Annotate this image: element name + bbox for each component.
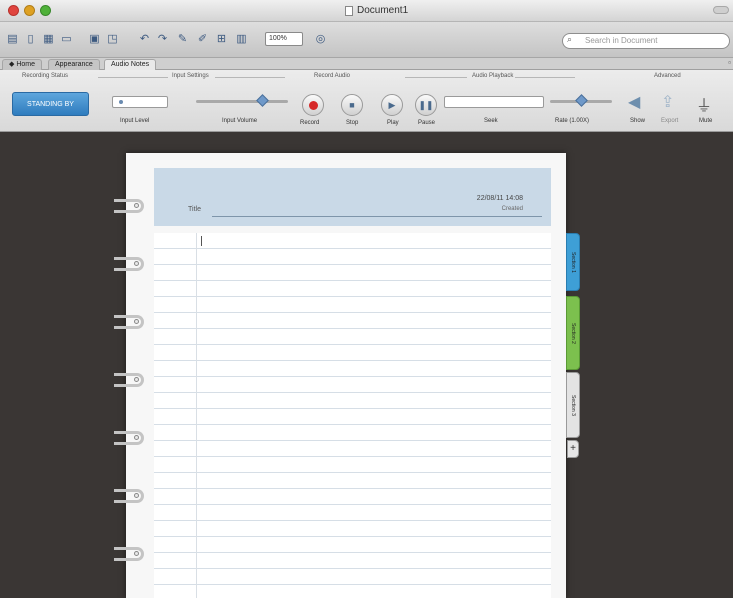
tab-home[interactable]: ◆ Home — [2, 59, 43, 70]
level-indicator — [119, 100, 123, 104]
note-date: 22/08/11 14:08 — [476, 195, 523, 202]
stop-label: Stop — [346, 120, 359, 126]
note-created-label: Created — [501, 206, 523, 212]
ring-pin — [134, 493, 139, 498]
help-icon[interactable]: ◎ — [312, 30, 329, 47]
format-painter-icon[interactable]: ✎ — [174, 30, 191, 47]
play-icon: ▶ — [388, 99, 396, 110]
rate-thumb[interactable] — [575, 94, 588, 107]
export-label: Export — [661, 118, 679, 124]
margin-line — [196, 233, 197, 598]
window-titlebar: Document1 — [0, 0, 733, 22]
new-document-icon[interactable]: ▯ — [22, 30, 39, 47]
table-icon[interactable]: ⊞ — [213, 30, 230, 47]
sidebar-icon[interactable]: ▤ — [4, 30, 21, 47]
spiral-ring — [114, 199, 144, 213]
undo-icon[interactable]: ↶ — [136, 30, 153, 47]
input-level-meter — [112, 96, 168, 108]
group-title-audio-playback: Audio Playback — [472, 73, 514, 79]
spiral-ring — [114, 315, 144, 329]
add-section-button[interactable]: + — [567, 440, 579, 458]
spiral-ring — [114, 373, 144, 387]
ring-pin — [134, 377, 139, 382]
speaker-show-icon[interactable]: ◀ — [628, 92, 640, 112]
open-icon[interactable]: ▭ — [58, 30, 75, 47]
mute-label: Mute — [699, 118, 713, 124]
tab-audio-notes[interactable]: Audio Notes — [104, 59, 157, 70]
pause-label: Pause — [418, 120, 436, 126]
record-button[interactable] — [302, 94, 324, 116]
pause-button[interactable]: ❚❚ — [415, 94, 437, 116]
tab-appearance[interactable]: Appearance — [48, 59, 100, 70]
search-icon: ⌕ — [567, 34, 573, 44]
zoom-select[interactable]: 100% — [265, 32, 303, 46]
input-volume-slider[interactable] — [196, 100, 288, 103]
record-label: Record — [300, 120, 320, 126]
window-title: Document1 — [345, 5, 408, 16]
note-header: Title 22/08/11 14:08 Created — [154, 168, 551, 226]
notebook-page: Title 22/08/11 14:08 Created — [126, 153, 566, 598]
paste-icon[interactable]: ◳ — [104, 30, 121, 47]
save-icon[interactable]: ▦ — [40, 30, 57, 47]
document-icon — [345, 5, 353, 16]
group-divider — [405, 77, 467, 78]
minimize-window-button[interactable] — [24, 5, 35, 16]
tab-section-2[interactable]: Section 2 — [566, 296, 580, 370]
spiral-ring — [114, 257, 144, 271]
rate-label: Rate (1.00X) — [555, 118, 590, 124]
play-label: Play — [387, 120, 399, 126]
group-title-input-settings: Input Settings — [172, 73, 209, 79]
group-title-record-audio: Record Audio — [314, 73, 351, 79]
zoom-window-button[interactable] — [40, 5, 51, 16]
ring-pin — [134, 203, 139, 208]
export-icon[interactable]: ⇪ — [661, 92, 674, 112]
print-icon[interactable]: ▣ — [86, 30, 103, 47]
toolbar: ▤ ▯ ▦ ▭ ▣ ◳ ↶ ↷ ✎ ✐ ⊞ ▥ 100% ◎ Search in… — [0, 22, 733, 58]
spiral-ring — [114, 489, 144, 503]
spiral-ring — [114, 547, 144, 561]
stop-button[interactable]: ■ — [341, 94, 363, 116]
mute-icon[interactable]: ⏚ — [696, 92, 712, 116]
audio-notes-ribbon: Recording Status Input Settings Record A… — [0, 70, 733, 132]
ring-pin — [134, 551, 139, 556]
tab-section-3[interactable]: Section 3 — [566, 372, 580, 438]
ring-pin — [134, 435, 139, 440]
recording-status-button[interactable]: STANDING BY — [12, 92, 89, 116]
window-title-text: Document1 — [357, 5, 409, 16]
ribbon-tabs: ◆ Home Appearance Audio Notes ▫ — [0, 58, 733, 70]
ring-pin — [134, 261, 139, 266]
group-title-advanced: Advanced — [654, 73, 681, 79]
spiral-ring — [114, 431, 144, 445]
title-field[interactable] — [212, 216, 542, 217]
ring-pin — [134, 319, 139, 324]
group-divider — [98, 77, 168, 78]
note-body[interactable] — [154, 233, 551, 598]
group-title-recording-status: Recording Status — [22, 73, 69, 79]
search-input[interactable]: Search in Document — [562, 33, 730, 49]
title-label: Title — [188, 206, 201, 213]
pen-icon[interactable]: ✐ — [194, 30, 211, 47]
ribbon-collapse-icon[interactable]: ▫ — [728, 58, 731, 67]
redo-icon[interactable]: ↷ — [154, 30, 171, 47]
toolbar-toggle-button[interactable] — [713, 6, 729, 14]
group-divider — [215, 77, 285, 78]
show-label: Show — [630, 118, 646, 124]
input-volume-thumb[interactable] — [256, 94, 269, 107]
stop-icon: ■ — [349, 100, 355, 110]
play-button[interactable]: ▶ — [381, 94, 403, 116]
seek-bar[interactable] — [444, 96, 544, 108]
record-icon — [308, 100, 318, 110]
seek-label: Seek — [484, 118, 498, 124]
input-level-label: Input Level — [120, 118, 150, 124]
pause-icon: ❚❚ — [418, 99, 434, 110]
tab-section-1[interactable]: Section 1 — [566, 233, 580, 291]
chart-icon[interactable]: ▥ — [233, 30, 250, 47]
group-divider — [515, 77, 575, 78]
text-cursor — [201, 236, 202, 246]
close-window-button[interactable] — [8, 5, 19, 16]
input-volume-label: Input Volume — [222, 118, 258, 124]
